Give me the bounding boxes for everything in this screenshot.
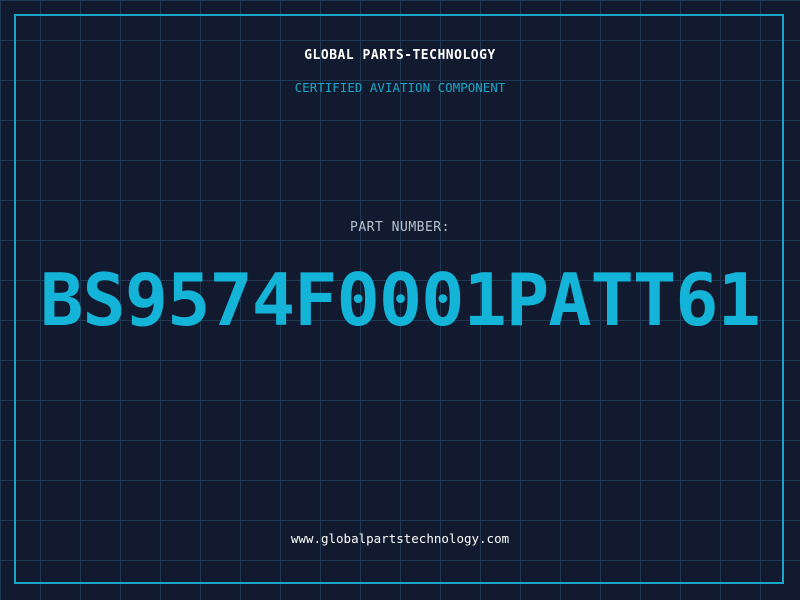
website-url: www.globalpartstechnology.com bbox=[290, 531, 510, 546]
part-number-value: BS9574F0001PATT61 bbox=[40, 258, 761, 342]
company-name: GLOBAL PARTS-TECHNOLOGY bbox=[304, 48, 496, 63]
certification-subtitle: CERTIFIED AVIATION COMPONENT bbox=[294, 80, 506, 95]
part-number-label: PART NUMBER: bbox=[350, 220, 450, 235]
